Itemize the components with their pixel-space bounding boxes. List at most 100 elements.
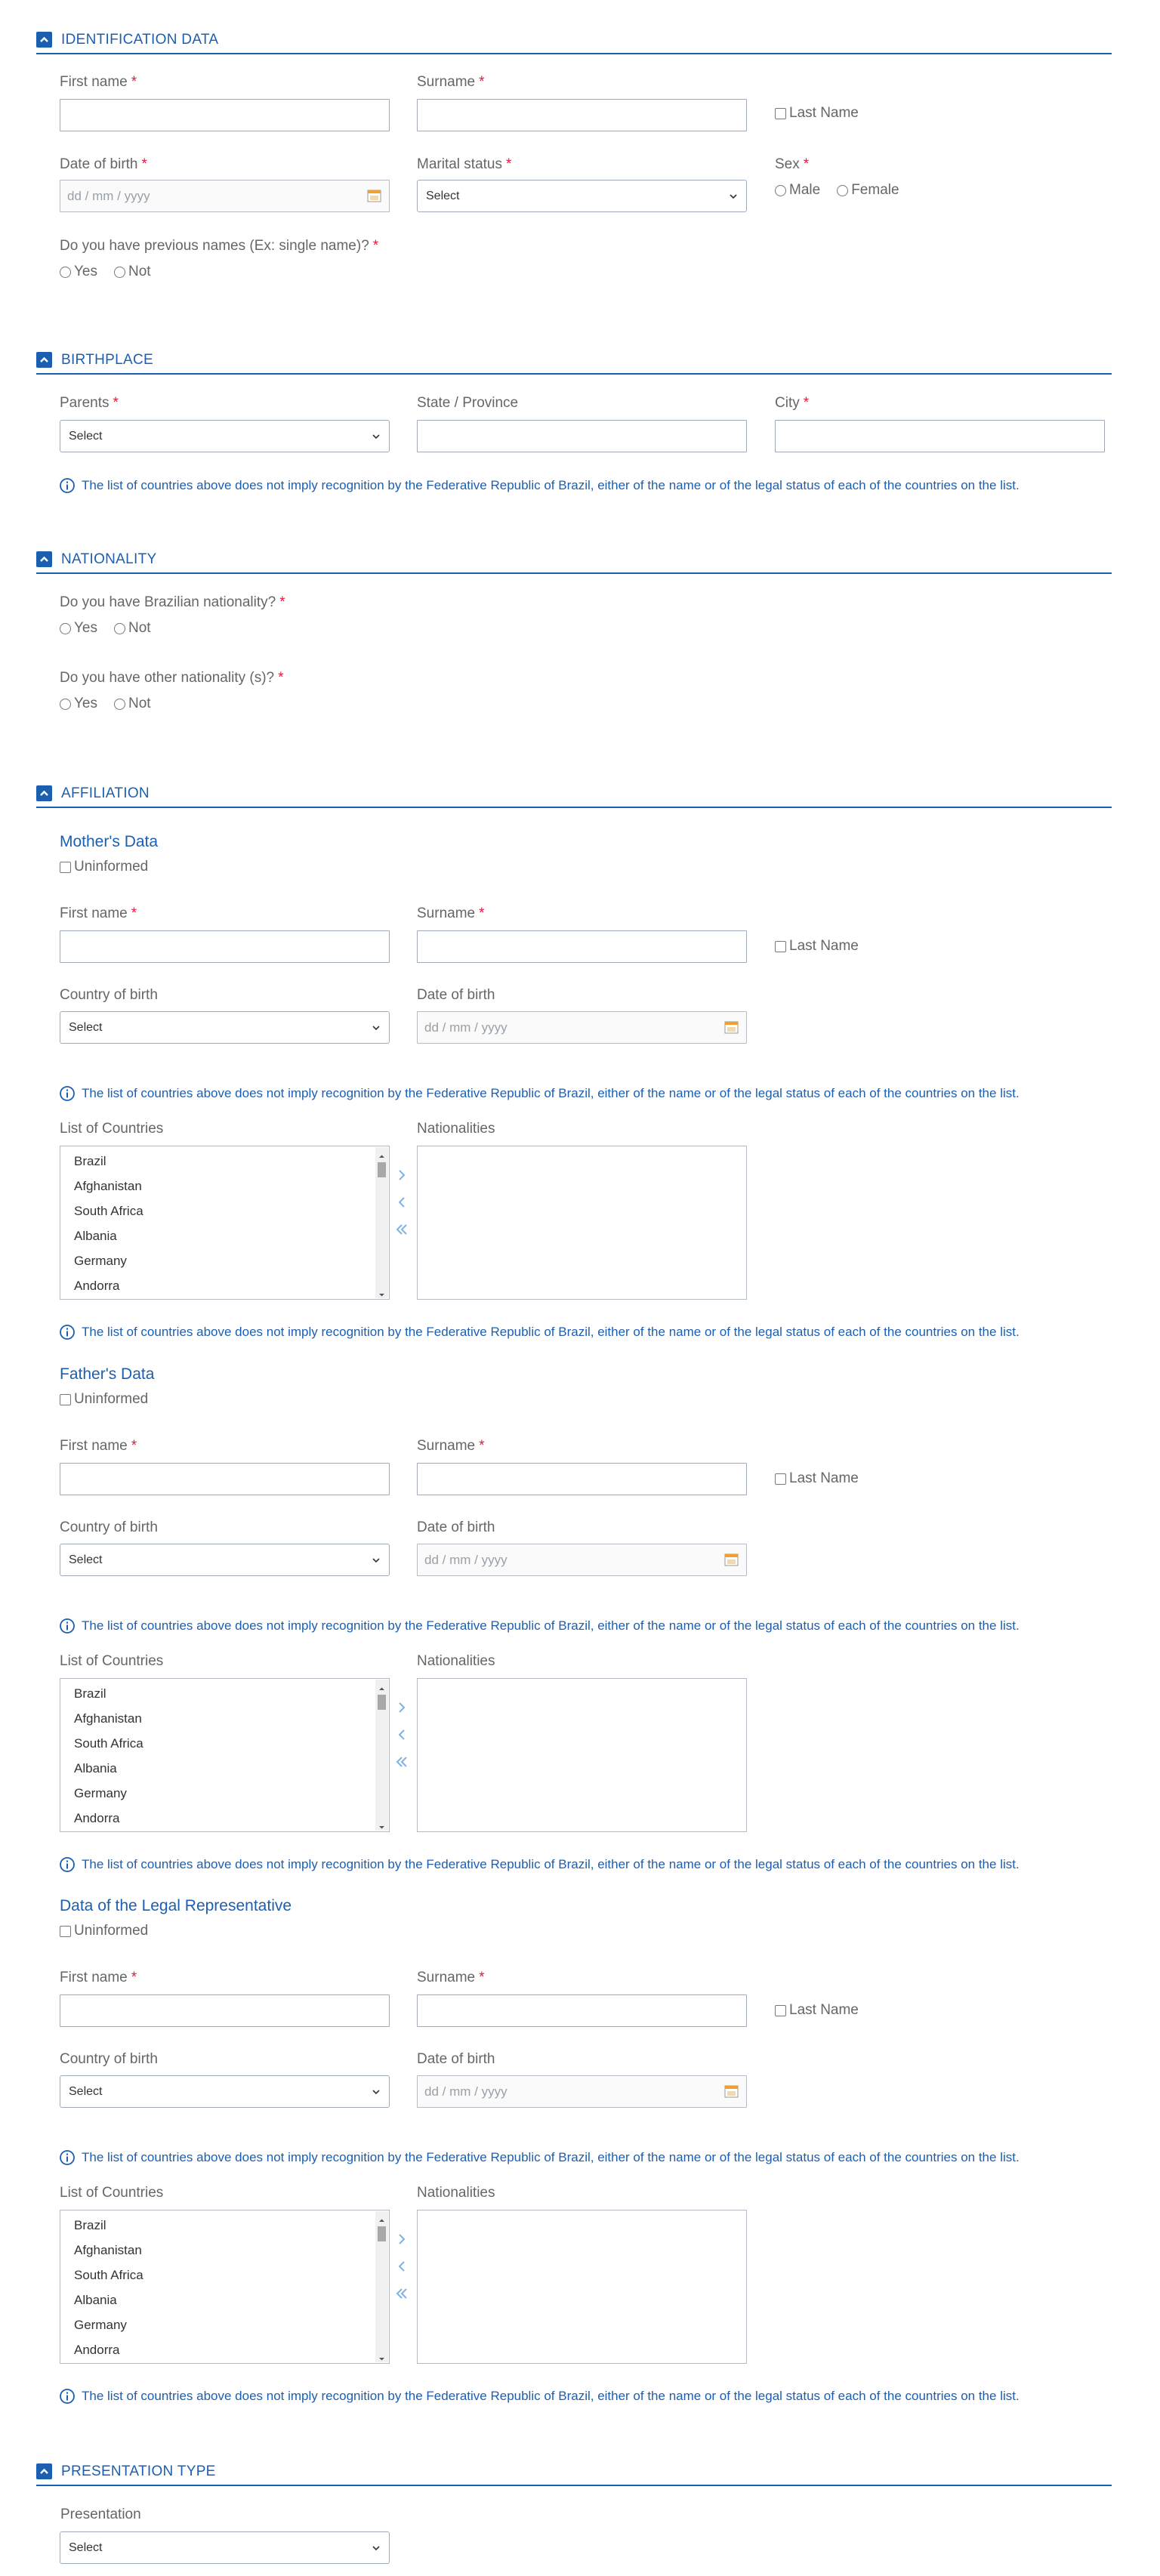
- calendar-icon[interactable]: [724, 1020, 739, 1034]
- mother-date-of-birth-input[interactable]: dd / mm / yyyy: [417, 1011, 747, 1044]
- scroll-thumb[interactable]: [378, 1162, 386, 1177]
- collapse-toggle-presentation[interactable]: [36, 2463, 52, 2479]
- chevron-left-icon[interactable]: [393, 1726, 410, 1743]
- country-option[interactable]: Brazil: [74, 1686, 106, 1701]
- country-option[interactable]: Afghanistan: [74, 1179, 142, 1194]
- checkbox[interactable]: [60, 861, 71, 873]
- scrollbar[interactable]: [375, 1147, 388, 1298]
- no-radio[interactable]: [114, 622, 125, 634]
- legal-first-name-input[interactable]: [60, 1994, 390, 2027]
- marital-status-select[interactable]: Select: [417, 180, 747, 212]
- country-option[interactable]: Andorra: [74, 1811, 119, 1826]
- calendar-icon[interactable]: [724, 1553, 739, 1566]
- legal-last-name-checkbox[interactable]: Last Name: [775, 2002, 859, 2019]
- scroll-down-icon[interactable]: [378, 1821, 385, 1829]
- father-uninformed-checkbox[interactable]: Uninformed: [60, 1391, 148, 1408]
- yes-radio[interactable]: [60, 266, 71, 278]
- scroll-down-icon[interactable]: [378, 1288, 385, 1297]
- scroll-thumb[interactable]: [378, 2226, 386, 2241]
- country-option[interactable]: Albania: [74, 2293, 117, 2308]
- sex-female-radio[interactable]: [837, 184, 849, 196]
- chevron-right-icon[interactable]: [393, 1699, 410, 1716]
- checkbox[interactable]: [60, 1393, 71, 1405]
- country-option[interactable]: Afghanistan: [74, 2243, 142, 2258]
- yes-radio[interactable]: [60, 622, 71, 634]
- collapse-toggle-affiliation[interactable]: [36, 785, 52, 801]
- legal-countries-disclaimer-bottom: The list of countries above does not imp…: [59, 2388, 1020, 2405]
- checkbox[interactable]: [775, 940, 786, 952]
- scroll-up-icon[interactable]: [378, 2214, 385, 2222]
- no-radio[interactable]: [114, 266, 125, 278]
- father-date-of-birth-input[interactable]: dd / mm / yyyy: [417, 1544, 747, 1576]
- collapse-toggle-birthplace[interactable]: [36, 352, 52, 368]
- country-option[interactable]: Andorra: [74, 1279, 119, 1294]
- first-name-input[interactable]: [60, 99, 390, 131]
- checkbox[interactable]: [60, 1925, 71, 1937]
- last-name-checkbox[interactable]: Last Name: [775, 105, 859, 122]
- double-chevron-left-icon[interactable]: [393, 1221, 410, 1238]
- chevron-left-icon[interactable]: [393, 1194, 410, 1211]
- calendar-icon[interactable]: [367, 189, 381, 202]
- double-chevron-left-icon[interactable]: [393, 2285, 410, 2302]
- scroll-thumb[interactable]: [378, 1695, 386, 1710]
- legal-countries-listbox[interactable]: Brazil Afghanistan South Africa Albania Germ…: [60, 2210, 390, 2364]
- father-last-name-checkbox[interactable]: Last Name: [775, 1470, 859, 1487]
- collapse-toggle-identification[interactable]: [36, 32, 52, 48]
- country-option[interactable]: Brazil: [74, 2218, 106, 2233]
- surname-input[interactable]: [417, 99, 747, 131]
- scrollbar[interactable]: [375, 1680, 388, 1831]
- checkbox[interactable]: [775, 1473, 786, 1485]
- presentation-select[interactable]: Select: [60, 2531, 390, 2564]
- country-option[interactable]: Germany: [74, 2318, 127, 2333]
- yes-radio[interactable]: [60, 698, 71, 710]
- legal-nationalities-listbox[interactable]: [417, 2210, 747, 2364]
- checkbox[interactable]: [775, 107, 786, 119]
- no-radio[interactable]: [114, 698, 125, 710]
- country-option[interactable]: Albania: [74, 1761, 117, 1776]
- date-placeholder: dd / mm / yyyy: [67, 189, 150, 203]
- father-first-name-input[interactable]: [60, 1463, 390, 1495]
- country-option[interactable]: Afghanistan: [74, 1711, 142, 1726]
- scroll-up-icon[interactable]: [378, 1683, 385, 1690]
- scrollbar[interactable]: [375, 2211, 388, 2362]
- state-province-label: State / Province: [417, 395, 519, 411]
- state-province-input[interactable]: [417, 420, 747, 452]
- country-option[interactable]: Germany: [74, 1786, 127, 1801]
- calendar-icon[interactable]: [724, 2084, 739, 2098]
- mother-first-name-input[interactable]: [60, 930, 390, 963]
- chevron-right-icon[interactable]: [393, 2231, 410, 2247]
- mother-uninformed-checkbox[interactable]: Uninformed: [60, 859, 148, 875]
- collapse-toggle-nationality[interactable]: [36, 551, 52, 567]
- chevron-right-icon[interactable]: [393, 1167, 410, 1183]
- mother-surname-input[interactable]: [417, 930, 747, 963]
- mother-nationalities-listbox[interactable]: [417, 1146, 747, 1300]
- checkbox[interactable]: [775, 2004, 786, 2016]
- father-countries-listbox[interactable]: Brazil Afghanistan South Africa Albania Germ…: [60, 1678, 390, 1832]
- legal-date-of-birth-input[interactable]: dd / mm / yyyy: [417, 2075, 747, 2108]
- country-option[interactable]: South Africa: [74, 1736, 143, 1751]
- date-of-birth-input[interactable]: dd / mm / yyyy: [60, 180, 390, 212]
- country-option[interactable]: South Africa: [74, 1204, 143, 1219]
- scroll-down-icon[interactable]: [378, 2352, 385, 2361]
- parents-select[interactable]: Select: [60, 420, 390, 452]
- country-option[interactable]: Albania: [74, 1229, 117, 1244]
- father-country-of-birth-select[interactable]: Select: [60, 1544, 390, 1576]
- double-chevron-left-icon[interactable]: [393, 1754, 410, 1770]
- country-option[interactable]: Brazil: [74, 1154, 106, 1169]
- country-option[interactable]: Germany: [74, 1254, 127, 1269]
- legal-country-of-birth-select[interactable]: Select: [60, 2075, 390, 2108]
- chevron-left-icon[interactable]: [393, 2258, 410, 2275]
- scroll-up-icon[interactable]: [378, 1150, 385, 1158]
- father-nationalities-listbox[interactable]: [417, 1678, 747, 1832]
- father-surname-input[interactable]: [417, 1463, 747, 1495]
- mother-country-of-birth-select[interactable]: Select: [60, 1011, 390, 1044]
- chevron-up-icon: [40, 36, 48, 42]
- country-option[interactable]: Andorra: [74, 2343, 119, 2358]
- country-option[interactable]: South Africa: [74, 2268, 143, 2283]
- sex-male-radio[interactable]: [775, 184, 786, 196]
- legal-surname-input[interactable]: [417, 1994, 747, 2027]
- city-input[interactable]: [775, 420, 1105, 452]
- legal-uninformed-checkbox[interactable]: Uninformed: [60, 1923, 148, 1939]
- mother-last-name-checkbox[interactable]: Last Name: [775, 938, 859, 955]
- mother-countries-listbox[interactable]: Brazil Afghanistan South Africa Albania Germ…: [60, 1146, 390, 1300]
